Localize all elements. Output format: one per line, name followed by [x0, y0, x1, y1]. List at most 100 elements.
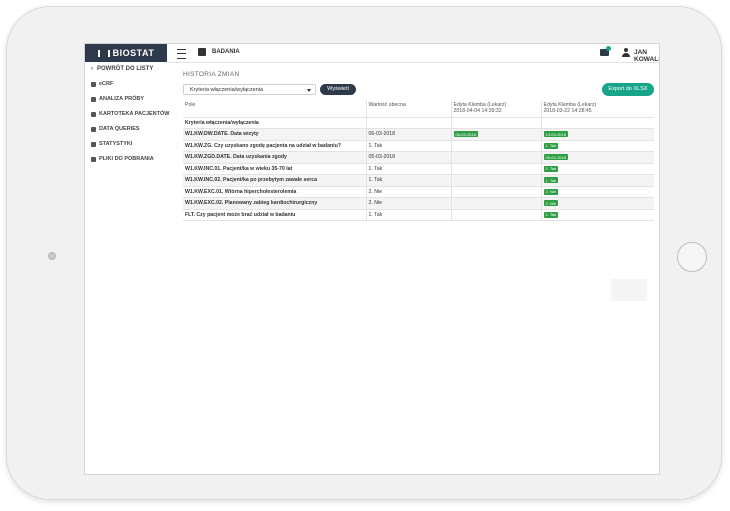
change-badge: 1. Tak [543, 177, 559, 183]
sidebar-item-label: DATA QUERIES [99, 126, 140, 132]
back-label: POWRÓT DO LISTY [97, 66, 154, 72]
change-badge: 1. Tak [543, 211, 559, 218]
value-cell: 06-03-2018 [366, 128, 452, 141]
value-cell: 05-03-2018 [366, 151, 452, 164]
app-screen: BIOSTAT BADANIA JAN KOWALSKI ‹ POWRÓT DO… [84, 43, 660, 475]
sidebar-item-label: ANALIZA PRÓBY [99, 96, 145, 102]
folder-icon [91, 111, 96, 117]
field-cell: W1.KW.EXC.02. Planowany zabieg kardiochi… [183, 197, 367, 210]
logo-bars-icon [97, 49, 110, 57]
change-badge: 2. Nie [543, 200, 558, 206]
comment-icon [91, 126, 96, 132]
sidebar-item-label: KARTOTEKA PACJENTÓW [99, 111, 170, 117]
column-header: Edyta Klemba (Lekarz) 2018-03-22 14:28:45 [541, 100, 654, 118]
sidebar-item-label: eCRF [99, 81, 114, 87]
history-cell [451, 209, 542, 221]
section-label[interactable]: BADANIA [212, 49, 240, 55]
user-icon [622, 48, 630, 57]
value-cell: 2. Nie [366, 197, 452, 210]
camera-dot [48, 252, 56, 260]
field-cell: W1.KW.ZGD.DATE. Data uzyskania zgody [183, 151, 367, 164]
history-cell [451, 197, 542, 210]
file-download-icon [91, 156, 96, 162]
top-bar: BADANIA JAN KOWALSKI [167, 44, 659, 63]
history-cell [451, 140, 542, 152]
sidebar-item-data-queries[interactable]: DATA QUERIES [91, 126, 140, 132]
chevron-left-icon: ‹ [91, 66, 93, 72]
value-cell: 1. Tak [366, 163, 452, 175]
history-cell: 1. Tak [541, 163, 654, 175]
table-row: W1.KW.ZG. Czy uzyskano zgodę pacjenta na… [183, 140, 654, 152]
change-badge: 06-03-2018 [453, 131, 478, 137]
tablet-frame: BIOSTAT BADANIA JAN KOWALSKI ‹ POWRÓT DO… [6, 6, 722, 500]
user-name[interactable]: JAN KOWALSKI [634, 49, 659, 63]
change-badge: 1. Tak [543, 165, 559, 172]
group-label: Kryteria włączenia/wyłączenia [183, 117, 367, 129]
mail-badge [606, 46, 611, 51]
history-cell [451, 186, 542, 198]
history-cell: 06-03-2018 [451, 128, 542, 141]
history-cell: 1. Tak [541, 209, 654, 221]
field-cell: FLT. Czy pacjent może brać udział w bada… [183, 209, 367, 221]
value-cell: 1. Tak [366, 174, 452, 187]
table-row: FLT. Czy pacjent może brać udział w bada… [183, 209, 654, 221]
main-content: HISTORIA ZMIAN Kryteria włączenia/wyłącz… [183, 62, 659, 474]
hamburger-menu-icon[interactable] [177, 49, 186, 59]
history-cell [451, 151, 542, 164]
sidebar: ‹ POWRÓT DO LISTY eCRF ANALIZA PRÓBY KAR… [85, 62, 169, 474]
home-button[interactable] [677, 242, 707, 272]
chart-icon [91, 96, 96, 102]
table-row: W1.KW.INC.01. Pacjent/ka w wieku 35-70 l… [183, 163, 654, 175]
column-header: Pole [183, 100, 367, 118]
field-cell: W1.KW.INC.02. Pacjent/ka po przebytym za… [183, 174, 367, 187]
table-row: W1.KW.EXC.01. Wtórna hipercholesterolemi… [183, 186, 654, 198]
table-row: W1.KW.ZGD.DATE. Data uzyskania zgody 05-… [183, 151, 654, 164]
change-badge: 05-03-2018 [543, 154, 568, 160]
sidebar-item-kartoteka[interactable]: KARTOTEKA PACJENTÓW [91, 111, 169, 117]
history-cell: 2. Nie [541, 197, 654, 210]
page-title: HISTORIA ZMIAN [183, 71, 240, 78]
column-header: Wartość obecna [366, 100, 452, 118]
document-icon [91, 81, 96, 87]
app-logo[interactable]: BIOSTAT [85, 44, 167, 62]
history-cell [451, 163, 542, 175]
change-badge: 1. Tak [543, 142, 559, 149]
briefcase-icon [198, 48, 206, 56]
show-button[interactable]: Wyświetl [320, 84, 356, 95]
criteria-select[interactable]: Kryteria włączenia/wyłączenia [183, 84, 316, 95]
sidebar-item-statystyki[interactable]: STATYSTYKI [91, 141, 132, 147]
value-cell: 2. Nie [366, 186, 452, 198]
history-cell: 13-03-2018 [541, 128, 654, 141]
value-cell: 1. Tak [366, 209, 452, 221]
value-cell: 1. Tak [366, 140, 452, 152]
export-xlsx-button[interactable]: Export do XLSX [602, 83, 654, 96]
change-badge: 2. Nie [543, 188, 558, 195]
field-cell: W1.KW.DW.DATE. Data wizyty [183, 128, 367, 141]
sidebar-item-ecrf[interactable]: eCRF [91, 81, 113, 87]
sidebar-item-label: PLIKI DO POBRANIA [99, 156, 154, 162]
sidebar-item-label: STATYSTYKI [99, 141, 133, 147]
table-row: W1.KW.INC.02. Pacjent/ka po przebytym za… [183, 174, 654, 187]
back-to-list-link[interactable]: ‹ POWRÓT DO LISTY [91, 66, 153, 72]
table-header-row: Pole Wartość obecna Edyta Klemba (Lekarz… [183, 100, 654, 118]
criteria-select-value: Kryteria włączenia/wyłączenia [190, 87, 264, 93]
sidebar-item-pliki[interactable]: PLIKI DO POBRANIA [91, 156, 154, 162]
pie-chart-icon [91, 141, 96, 147]
history-cell: 1. Tak [541, 140, 654, 152]
sidebar-item-analiza-proby[interactable]: ANALIZA PRÓBY [91, 96, 144, 102]
table-row: W1.KW.EXC.02. Planowany zabieg kardiochi… [183, 197, 654, 210]
change-badge: 13-03-2018 [543, 131, 568, 137]
field-cell: W1.KW.EXC.01. Wtórna hipercholesterolemi… [183, 186, 367, 198]
history-cell: 1. Tak [541, 174, 654, 187]
history-cell: 05-03-2018 [541, 151, 654, 164]
field-cell: W1.KW.INC.01. Pacjent/ka w wieku 35-70 l… [183, 163, 367, 175]
field-cell: W1.KW.ZG. Czy uzyskano zgodę pacjenta na… [183, 140, 367, 152]
logo-text: BIOSTAT [112, 48, 155, 58]
column-header: Edyta Klemba (Lekarz) 2018-04-04 14:39:32 [451, 100, 542, 118]
history-table: Pole Wartość obecna Edyta Klemba (Lekarz… [183, 100, 654, 221]
caret-down-icon [307, 89, 311, 92]
table-row: W1.KW.DW.DATE. Data wizyty 06-03-2018 06… [183, 128, 654, 141]
history-cell [451, 174, 542, 187]
history-cell: 2. Nie [541, 186, 654, 198]
blank-overlay [611, 279, 647, 301]
